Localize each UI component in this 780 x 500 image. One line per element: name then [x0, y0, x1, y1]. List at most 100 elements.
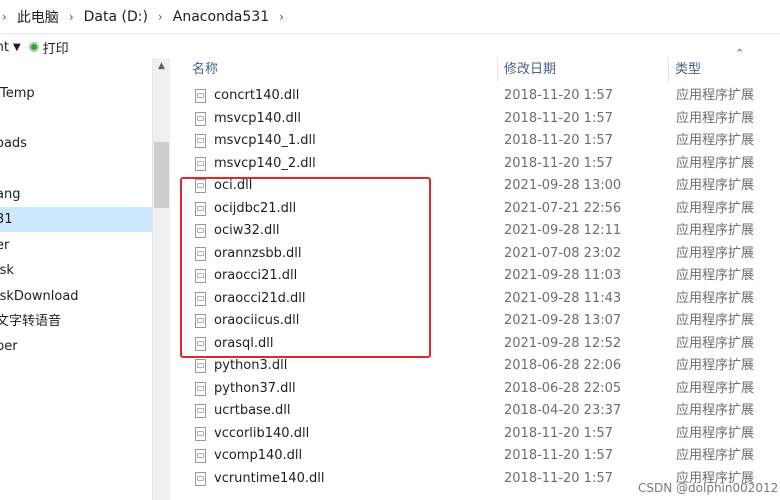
file-type: 应用程序扩展	[676, 200, 755, 216]
column-divider[interactable]	[497, 58, 498, 82]
nav-item-label: 31	[0, 212, 13, 227]
dll-file-icon	[195, 381, 206, 396]
nav-item-label: er	[0, 238, 10, 253]
dll-file-icon	[195, 89, 206, 103]
dll-file-icon	[195, 426, 206, 441]
address-bar[interactable]: › 此电脑 › Data (D:) › Anaconda531 ›	[0, 0, 780, 34]
file-row[interactable]: concrt140.dll 2018-11-20 1:57 应用程序扩展	[170, 85, 780, 108]
file-name: msvcp140_1.dll	[214, 133, 316, 148]
column-header-name[interactable]: 名称	[192, 58, 218, 82]
chevron-right-icon[interactable]: ›	[0, 10, 15, 24]
file-type: 应用程序扩展	[676, 358, 755, 373]
file-name: msvcp140.dll	[214, 110, 301, 126]
toolbar-dropdown-button[interactable]: int ▼	[0, 40, 21, 55]
file-type: 应用程序扩展	[676, 335, 755, 351]
command-bar: int ▼ 打印	[0, 36, 780, 58]
file-date: 2018-04-20 23:37	[504, 403, 622, 418]
highlight-annotation-box	[180, 177, 431, 358]
nav-item[interactable]: er	[0, 233, 152, 258]
nav-item[interactable]: ang	[0, 182, 152, 207]
watermark: CSDN @dolphin002012	[638, 481, 779, 495]
file-type: 应用程序扩展	[676, 155, 755, 171]
file-type: 应用程序扩展	[676, 313, 755, 328]
file-date: 2021-07-21 22:56	[504, 200, 622, 216]
file-date: 2021-09-28 13:07	[504, 313, 622, 328]
file-name: msvcp140_2.dll	[214, 155, 316, 171]
file-date: 2018-11-20 1:57	[504, 88, 613, 103]
file-row[interactable]: python37.dll 2018-06-28 22:05 应用程序扩展	[170, 378, 780, 401]
file-type: 应用程序扩展	[676, 245, 755, 261]
file-type: 应用程序扩展	[676, 223, 755, 238]
chevron-right-icon[interactable]: ›	[61, 10, 82, 24]
scrollbar-thumb[interactable]	[154, 142, 169, 208]
navigation-pane: Temp oads ang 31 er isk iskDownload 文字转语…	[0, 58, 152, 500]
file-date: 2018-11-20 1:57	[504, 425, 613, 441]
file-row[interactable]: ucrtbase.dll 2018-04-20 23:37 应用程序扩展	[170, 400, 780, 423]
file-type: 应用程序扩展	[676, 88, 755, 103]
dropdown-arrow-icon: ▼	[12, 41, 21, 53]
print-button[interactable]: 打印	[21, 38, 69, 57]
file-name: vccorlib140.dll	[214, 425, 310, 441]
dll-file-icon	[195, 111, 206, 126]
nav-item-label: Temp	[0, 86, 35, 101]
breadcrumb-anaconda-folder[interactable]: Anaconda531	[171, 9, 271, 25]
nav-item[interactable]: iskDownload	[0, 284, 152, 309]
breadcrumb-this-pc[interactable]: 此电脑	[15, 7, 61, 27]
column-header-date[interactable]: 修改日期	[504, 58, 556, 82]
file-row[interactable]: python3.dll 2018-06-28 22:06 应用程序扩展	[170, 355, 780, 378]
file-date: 2021-09-28 11:03	[504, 268, 622, 283]
file-date: 2021-09-28 12:11	[504, 223, 622, 238]
nav-item[interactable]: i	[0, 436, 152, 461]
file-type: 应用程序扩展	[676, 403, 755, 418]
nav-item[interactable]: Temp	[0, 81, 152, 106]
scroll-up-arrow-icon[interactable]: ▲	[153, 58, 170, 75]
file-row[interactable]: msvcp140_1.dll 2018-11-20 1:57 应用程序扩展	[170, 130, 780, 153]
nav-item-label: oads	[0, 136, 27, 151]
nav-item[interactable]: oads	[0, 131, 152, 156]
file-date: 2018-11-20 1:57	[504, 470, 613, 486]
nav-scrollbar[interactable]: ▲	[152, 58, 170, 500]
nav-item-label: isk	[0, 263, 14, 278]
file-type: 应用程序扩展	[676, 448, 755, 463]
file-name: ucrtbase.dll	[214, 403, 291, 418]
column-divider[interactable]	[668, 58, 669, 82]
file-date: 2021-09-28 12:52	[504, 335, 622, 351]
file-date: 2018-06-28 22:06	[504, 358, 622, 373]
file-type: 应用程序扩展	[676, 110, 755, 126]
column-header-type[interactable]: 类型	[675, 58, 701, 82]
sort-up-icon: ⌃	[735, 47, 745, 60]
print-label: 打印	[42, 41, 69, 57]
file-date: 2018-11-20 1:57	[504, 133, 613, 148]
file-type: 应用程序扩展	[676, 380, 755, 396]
print-icon	[28, 42, 39, 52]
file-type: 应用程序扩展	[676, 268, 755, 283]
nav-item[interactable]: per	[0, 334, 152, 359]
file-date: 2021-09-28 13:00	[504, 178, 622, 193]
dll-file-icon	[195, 404, 206, 418]
dll-file-icon	[195, 471, 206, 486]
chevron-right-icon[interactable]: ›	[271, 10, 292, 24]
nav-item-label: 文字转语音	[0, 314, 62, 329]
file-name: vcomp140.dll	[214, 448, 303, 463]
file-date: 2018-11-20 1:57	[504, 110, 613, 126]
chevron-right-icon[interactable]: ›	[150, 10, 171, 24]
nav-item[interactable]: 文字转语音	[0, 309, 152, 334]
file-name: python37.dll	[214, 380, 296, 396]
file-type: 应用程序扩展	[676, 133, 755, 148]
file-date: 2021-07-08 23:02	[504, 245, 622, 261]
nav-item-selected[interactable]: 31	[0, 207, 152, 232]
file-date: 2018-11-20 1:57	[504, 448, 613, 463]
file-date: 2021-09-28 11:43	[504, 290, 622, 306]
file-row[interactable]: vcomp140.dll 2018-11-20 1:57 应用程序扩展	[170, 445, 780, 468]
dll-file-icon	[195, 156, 206, 171]
nav-item[interactable]: isk	[0, 258, 152, 283]
file-name: vcruntime140.dll	[214, 470, 325, 486]
file-type: 应用程序扩展	[676, 425, 755, 441]
file-row[interactable]: msvcp140_2.dll 2018-11-20 1:57 应用程序扩展	[170, 153, 780, 176]
dll-file-icon	[195, 359, 206, 373]
breadcrumb-data-drive[interactable]: Data (D:)	[82, 9, 150, 25]
file-date: 2018-06-28 22:05	[504, 380, 622, 396]
file-type: 应用程序扩展	[676, 178, 755, 193]
file-row[interactable]: msvcp140.dll 2018-11-20 1:57 应用程序扩展	[170, 108, 780, 131]
file-row[interactable]: vccorlib140.dll 2018-11-20 1:57 应用程序扩展	[170, 423, 780, 446]
